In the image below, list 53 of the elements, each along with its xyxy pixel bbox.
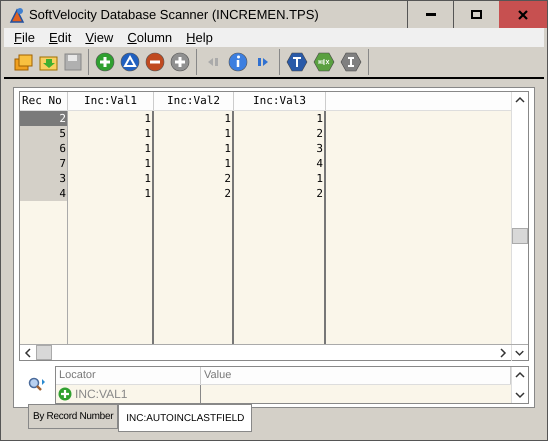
table-cell-text: 3	[315, 141, 324, 156]
table-cell-text: 1	[223, 126, 232, 141]
info-icon[interactable]	[228, 52, 248, 72]
menu-item[interactable]: Help	[186, 28, 213, 48]
magnifier-icon[interactable]	[28, 377, 46, 393]
app-logo-icon	[9, 6, 25, 22]
table-cell-text: 1	[143, 186, 152, 201]
table-cell-text: 1	[143, 156, 152, 171]
tab[interactable]: By Record Number	[28, 404, 118, 429]
table-cell-text: 1	[143, 111, 152, 126]
table-cell-text: 1	[143, 126, 152, 141]
minimize-icon	[426, 12, 436, 16]
window-title: SoftVelocity Database Scanner (INCREMEN.TPS)	[29, 6, 320, 24]
table-cell: 6	[20, 141, 67, 156]
menu-item[interactable]: Column	[127, 28, 172, 48]
plus-icon	[58, 387, 72, 401]
scroll-thumb[interactable]	[512, 228, 528, 244]
table-cell: 2	[20, 111, 67, 126]
close-button[interactable]	[499, 1, 547, 28]
table-cell-text: INC:VAL1	[75, 386, 128, 403]
maximize-icon	[471, 10, 482, 19]
table-cell-text: 2	[223, 186, 232, 201]
close-icon	[518, 10, 528, 20]
table-cell-text: 2	[315, 186, 324, 201]
column-header[interactable]: Rec No	[20, 92, 68, 110]
table-cell-text: 1	[315, 111, 324, 126]
i-hexagon-icon[interactable]	[340, 52, 362, 72]
plus-icon[interactable]	[170, 52, 190, 72]
table-cell-text: 1	[143, 171, 152, 186]
table-cell-text: 1	[223, 156, 232, 171]
menu-item[interactable]: Edit	[48, 28, 72, 48]
t-hexagon-icon[interactable]	[286, 52, 308, 72]
table-cell-text: 2	[223, 171, 232, 186]
table-cell-text: 4	[315, 156, 324, 171]
table-cell-text: 1	[223, 141, 232, 156]
table-cell-text: 2	[315, 126, 324, 141]
table-cell: 4	[20, 186, 67, 201]
table-cell: 3	[20, 171, 67, 186]
table-cell-text: 1	[315, 171, 324, 186]
table-cell: 7	[20, 156, 67, 171]
menu-item[interactable]: View	[85, 28, 114, 48]
minus-icon[interactable]	[145, 52, 165, 72]
table-cell-text: 1	[223, 111, 232, 126]
plus-icon[interactable]	[95, 52, 115, 72]
vertical-scrollbar[interactable]	[511, 92, 528, 344]
column-header[interactable]: Locator	[56, 367, 201, 384]
folders-icon[interactable]	[14, 53, 34, 71]
table-cell: 5	[20, 126, 67, 141]
menu-item[interactable]: File	[14, 28, 35, 48]
scroll-thumb[interactable]	[36, 345, 52, 360]
table-cell-text: 1	[143, 141, 152, 156]
tab[interactable]: INC:AUTOINCLASTFIELD	[118, 404, 252, 432]
hex-hexagon-icon[interactable]	[313, 52, 335, 72]
